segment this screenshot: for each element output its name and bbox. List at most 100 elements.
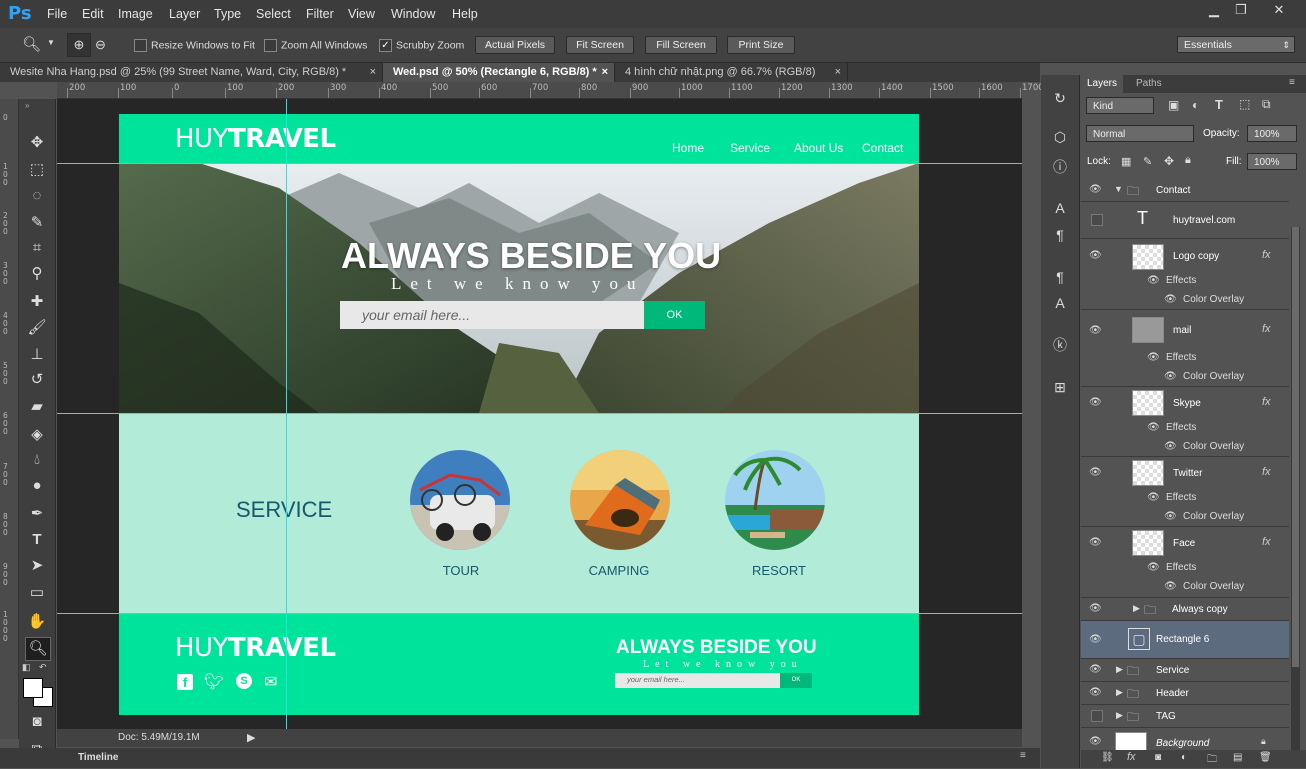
visibility-eye-icon[interactable]: 👁︎ <box>1089 537 1103 548</box>
skype-icon[interactable]: S <box>236 673 252 689</box>
add-style-icon[interactable]: fx <box>1127 751 1136 763</box>
lock-pixels-icon[interactable]: ✎ <box>1143 155 1152 168</box>
menu-filter[interactable]: Filter <box>306 7 334 21</box>
menu-type[interactable]: Type <box>214 7 241 21</box>
history-panel-icon[interactable]: ↻ <box>1050 88 1070 108</box>
menu-view[interactable]: View <box>348 7 375 21</box>
visibility-eye-icon[interactable]: 👁︎ <box>1164 581 1178 592</box>
foreground-color-swatch[interactable] <box>23 678 43 698</box>
type-tool-icon[interactable]: T <box>25 529 49 551</box>
visibility-eye-icon[interactable]: 👁︎ <box>1089 664 1103 675</box>
libraries-panel-icon[interactable]: ⊞ <box>1050 377 1070 397</box>
nav-home[interactable]: Home <box>672 141 704 155</box>
scrubby-zoom-checkbox[interactable]: ✓ Scrubby Zoom <box>379 39 464 52</box>
fx-icon[interactable]: fx <box>1262 249 1271 261</box>
fx-icon[interactable]: fx <box>1262 536 1271 548</box>
healing-brush-icon[interactable]: ✚ <box>25 291 49 313</box>
rectangle-tool-icon[interactable]: ▭ <box>25 582 49 604</box>
close-tab-icon[interactable]: × <box>602 63 608 82</box>
group-expand-icon[interactable]: ▼ <box>1114 184 1123 194</box>
timeline-tab[interactable]: Timeline <box>78 752 118 763</box>
layer-text-huytravel[interactable]: T huytravel.com <box>1081 202 1289 239</box>
info-panel-icon[interactable]: ⓘ <box>1050 157 1070 177</box>
zoom-tool-icon[interactable]: 🔍︎ <box>22 35 41 53</box>
hand-tool-icon[interactable]: ✋ <box>25 611 49 633</box>
lock-transparent-icon[interactable]: ▦ <box>1121 155 1131 168</box>
layer-logo-copy[interactable]: 👁︎ Logo copy fx 👁︎ Effects 👁︎ Color Over… <box>1081 239 1289 310</box>
dodge-tool-icon[interactable]: ● <box>25 475 49 497</box>
group-expand-icon[interactable]: ▶ <box>1133 603 1140 614</box>
eyedropper-tool-icon[interactable]: ⚲ <box>25 263 49 285</box>
print-size-button[interactable]: Print Size <box>727 36 795 54</box>
visibility-eye-icon[interactable]: 👁︎ <box>1089 467 1103 478</box>
camping-image[interactable] <box>570 450 670 550</box>
close-tab-icon[interactable]: × <box>835 63 841 82</box>
hero-email-input[interactable]: your email here... <box>340 301 644 329</box>
layer-skype[interactable]: 👁︎ Skype fx 👁︎ Effects 👁︎ Color Overlay <box>1081 387 1289 457</box>
new-layer-icon[interactable]: ▤ <box>1233 752 1242 763</box>
zoom-tool-icon[interactable]: 🔍︎ <box>25 637 51 661</box>
tab-wed[interactable]: Wed.psd @ 50% (Rectangle 6, RGB/8) * × <box>383 63 615 82</box>
website-mockup[interactable]: HUYTRAVEL Home Service About Us Contact <box>119 114 919 715</box>
menu-file[interactable]: File <box>47 7 67 21</box>
workspace-select[interactable]: Essentials ⇕ <box>1177 36 1295 53</box>
mail-icon[interactable]: ✉ <box>264 672 277 692</box>
blend-mode-select[interactable]: Normal <box>1086 125 1194 142</box>
visibility-eye-icon[interactable]: 👁︎ <box>1147 352 1161 363</box>
twitter-icon[interactable]: 🐦︎ <box>204 672 224 692</box>
close-tab-icon[interactable]: × <box>370 63 376 82</box>
fill-screen-button[interactable]: Fill Screen <box>645 36 717 54</box>
lasso-tool-icon[interactable]: ◌ <box>25 185 49 207</box>
filter-type-icon[interactable]: T <box>1215 97 1223 112</box>
panel-menu-icon[interactable]: ≡ <box>1020 750 1026 761</box>
visibility-off-box[interactable] <box>1091 710 1103 722</box>
add-mask-icon[interactable]: ◙ <box>1155 752 1161 763</box>
paint-bucket-icon[interactable]: ◈ <box>25 424 49 446</box>
filter-kind-select[interactable]: Kind <box>1086 97 1154 114</box>
visibility-eye-icon[interactable]: 👁︎ <box>1089 687 1103 698</box>
menu-select[interactable]: Select <box>256 7 291 21</box>
nav-service[interactable]: Service <box>730 141 770 155</box>
menu-edit[interactable]: Edit <box>82 7 104 21</box>
opacity-field[interactable]: 100% <box>1247 125 1297 142</box>
nav-about-us[interactable]: About Us <box>794 141 843 155</box>
fx-icon[interactable]: fx <box>1262 396 1271 408</box>
tour-image[interactable] <box>410 450 510 550</box>
visibility-eye-icon[interactable]: 👁︎ <box>1089 603 1103 614</box>
visibility-eye-icon[interactable]: 👁︎ <box>1089 325 1103 336</box>
filter-pixel-icon[interactable]: ▣ <box>1168 98 1179 112</box>
visibility-eye-icon[interactable]: 👁︎ <box>1089 397 1103 408</box>
nav-contact[interactable]: Contact <box>862 141 903 155</box>
menu-help[interactable]: Help <box>452 7 478 21</box>
link-layers-icon[interactable]: ⛓ <box>1101 752 1114 763</box>
tab-wesite-nha-hang[interactable]: Wesite Nha Hang.psd @ 25% (99 Street Nam… <box>0 63 383 82</box>
tab-4-hinh-chu-nhat[interactable]: 4 hình chữ nhật.png @ 66.7% (RGB/8) × <box>615 63 848 82</box>
tool-preset-chevron-icon[interactable]: ▼ <box>47 38 55 47</box>
visibility-eye-icon[interactable]: 👁︎ <box>1164 441 1178 452</box>
layer-mail[interactable]: 👁︎ mail fx 👁︎ Effects 👁︎ Color Overlay <box>1081 310 1289 387</box>
status-menu-arrow-icon[interactable]: ▶ <box>247 731 255 744</box>
layer-twitter[interactable]: 👁︎ Twitter fx 👁︎ Effects 👁︎ Color Overla… <box>1081 457 1289 527</box>
fill-field[interactable]: 100% <box>1247 153 1297 170</box>
visibility-eye-icon[interactable]: 👁︎ <box>1164 511 1178 522</box>
layer-rectangle-6[interactable]: 👁︎ ▢ Rectangle 6 <box>1081 621 1289 659</box>
visibility-eye-icon[interactable]: 👁︎ <box>1147 422 1161 433</box>
zoom-out-icon[interactable]: ⊖ <box>95 37 106 53</box>
new-group-icon[interactable]: 🗀 <box>1207 752 1217 769</box>
history-brush-icon[interactable]: ↺ <box>25 369 49 391</box>
filter-smart-object-icon[interactable]: ⧉ <box>1262 97 1271 112</box>
hero-ok-button[interactable]: OK <box>644 301 705 329</box>
new-adjustment-icon[interactable]: ◐ <box>1181 752 1187 763</box>
facebook-icon[interactable]: f <box>177 674 193 690</box>
character-styles-icon[interactable]: A <box>1050 293 1070 313</box>
menu-layer[interactable]: Layer <box>169 7 200 21</box>
visibility-eye-icon[interactable]: 👁︎ <box>1089 634 1103 645</box>
group-expand-icon[interactable]: ▶ <box>1116 664 1123 675</box>
fx-icon[interactable]: fx <box>1262 466 1271 478</box>
paragraph-styles-icon[interactable]: ¶ <box>1050 267 1070 287</box>
quick-select-tool-icon[interactable]: ✎ <box>25 212 49 234</box>
menu-image[interactable]: Image <box>118 7 153 21</box>
eraser-tool-icon[interactable]: ▰ <box>25 396 49 418</box>
paragraph-panel-icon[interactable]: ¶ <box>1050 225 1070 245</box>
delete-layer-icon[interactable]: 🗑︎ <box>1259 752 1272 763</box>
